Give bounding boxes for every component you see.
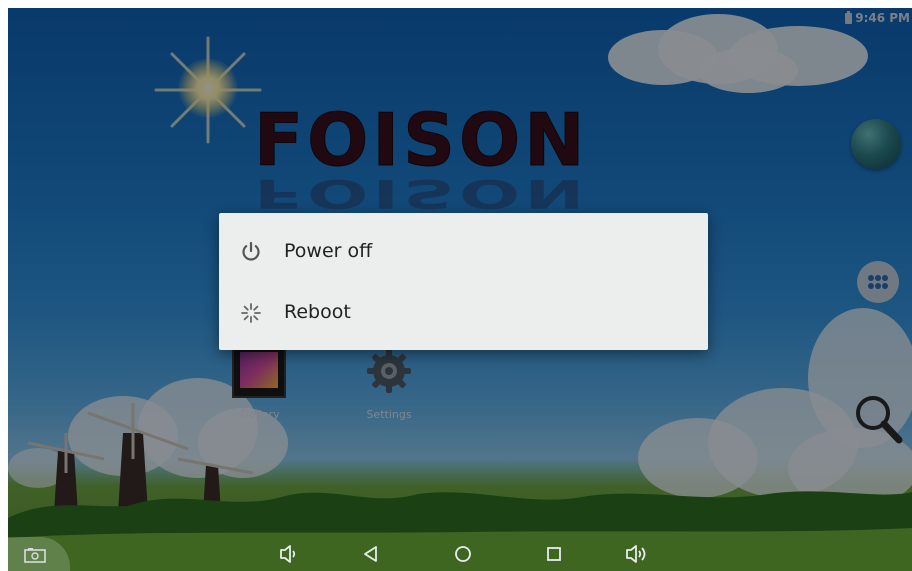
power-off-option[interactable]: Power off (219, 221, 708, 283)
recents-icon[interactable] (539, 540, 569, 568)
power-icon (242, 241, 260, 261)
reboot-label: Reboot (284, 301, 351, 323)
screenshot-button[interactable] (8, 537, 70, 571)
reboot-option[interactable]: Reboot (219, 282, 708, 344)
reboot-icon (241, 303, 261, 323)
power-off-label: Power off (284, 240, 373, 262)
tablet-screen: 9:46 PM FOISON FOISON Gallery Settings P… (8, 8, 912, 571)
navigation-bar (8, 537, 912, 571)
home-icon[interactable] (448, 540, 478, 568)
back-icon[interactable] (356, 540, 386, 568)
power-options-dialog: Power off Reboot (219, 213, 708, 350)
volume-down-icon[interactable] (274, 540, 304, 568)
volume-up-icon[interactable] (622, 540, 652, 568)
screenshot-icon (24, 548, 46, 563)
